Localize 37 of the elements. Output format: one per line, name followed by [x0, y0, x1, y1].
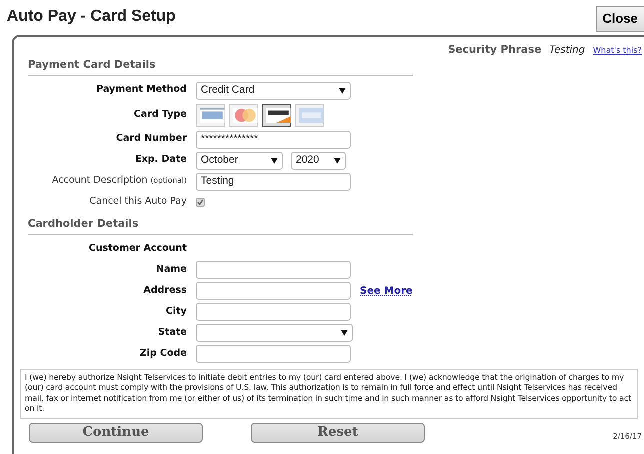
field-label: Card Type [133, 108, 187, 122]
card-number-field[interactable]: ************** [196, 130, 351, 148]
month-dropdown[interactable]: October [196, 152, 283, 170]
field-label: Address [142, 284, 187, 298]
field-label: Name [155, 263, 187, 278]
caret-icon [334, 158, 341, 164]
action-button[interactable]: Continue [29, 422, 203, 443]
account-description-field[interactable]: Testing [196, 172, 351, 190]
close-button[interactable]: Close [596, 6, 644, 32]
field-label: Cancel this Auto Pay [88, 195, 187, 210]
field-label: Zip Code [139, 347, 187, 362]
see-more-link[interactable]: See More [360, 284, 413, 299]
input-field[interactable] [196, 282, 351, 300]
security-phrase-label: Security Phrase [448, 42, 542, 58]
caret-icon [341, 330, 348, 336]
field-label: Customer Account [88, 242, 187, 256]
field-label: City [165, 305, 187, 320]
field-label: Exp. Date [134, 153, 187, 168]
input-field[interactable] [196, 303, 351, 322]
credit-card-icon[interactable] [262, 104, 291, 126]
help-link[interactable]: What's this? [593, 44, 642, 56]
state-dropdown[interactable] [196, 324, 353, 342]
section-heading: Cardholder Details [28, 217, 413, 235]
section-heading: Payment Card Details [28, 58, 413, 76]
action-button[interactable]: Reset [251, 422, 425, 443]
input-field[interactable] [196, 345, 351, 364]
window-title: Auto Pay - Card Setup [7, 7, 176, 27]
field-label: Card Number [115, 132, 187, 146]
payment-method-dropdown[interactable]: Credit Card [196, 82, 351, 100]
caret-icon [339, 88, 346, 94]
field-label: Payment Method [95, 83, 187, 98]
year-dropdown[interactable]: 2020 [291, 152, 346, 170]
security-phrase-value: Testing [550, 44, 586, 58]
checkbox[interactable] [196, 198, 205, 207]
field-label: State [157, 326, 187, 340]
input-field[interactable] [196, 261, 351, 280]
caret-icon [271, 158, 278, 164]
